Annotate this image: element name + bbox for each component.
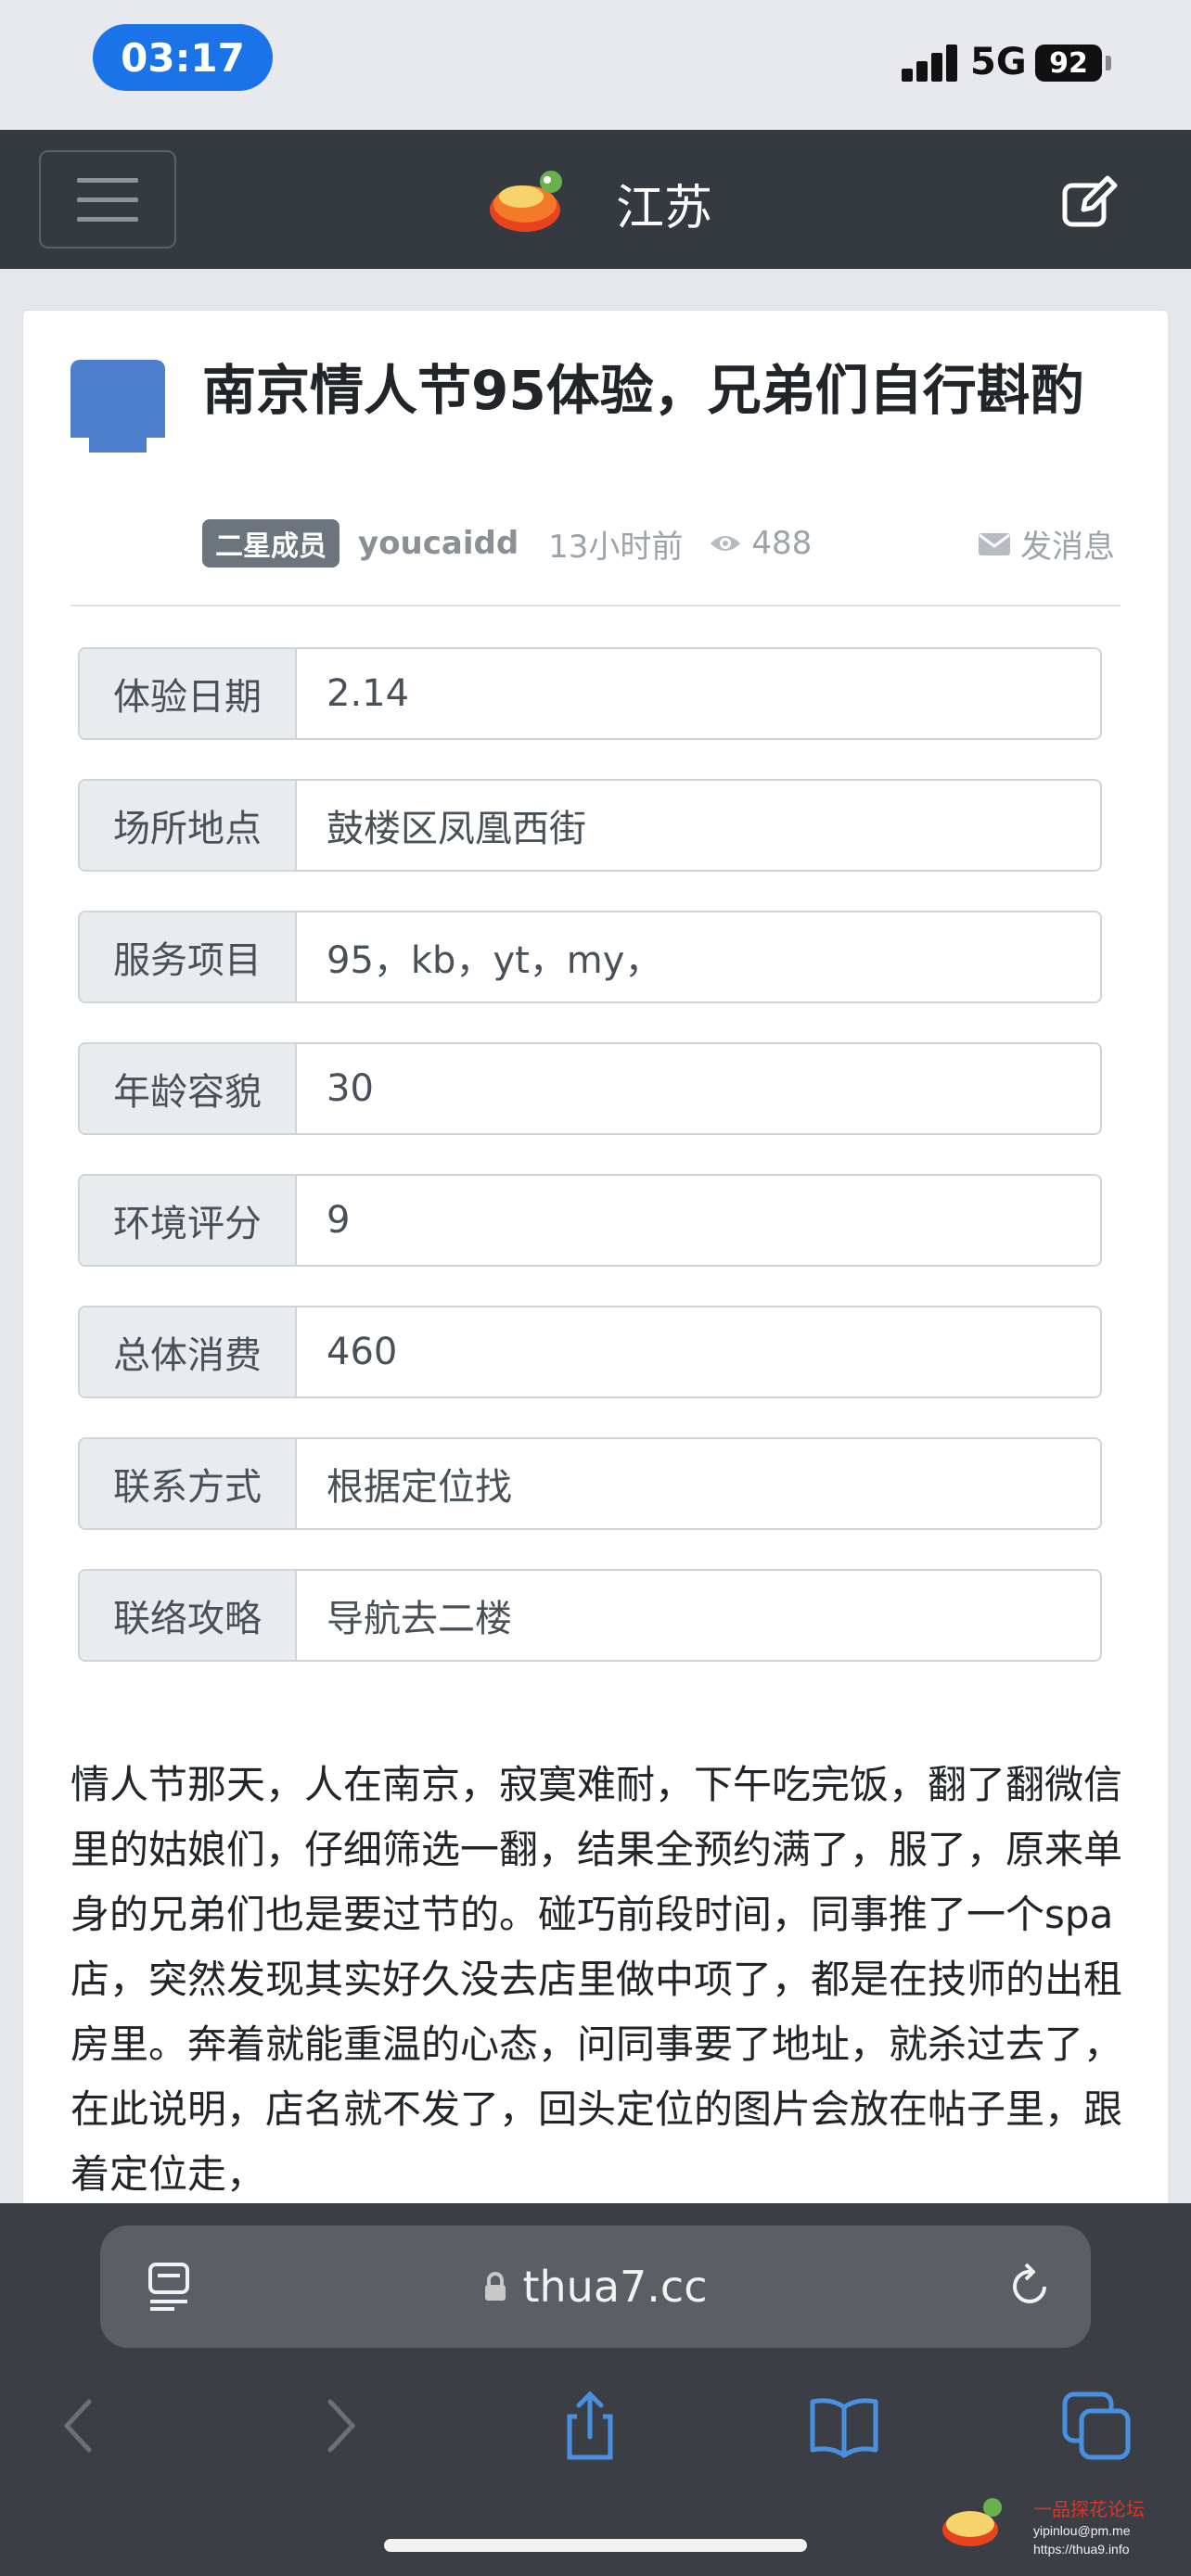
watermark: 一品探花论坛 yipinlou@pm.me https://thua9.info: [1033, 2494, 1191, 2558]
field-label: 联络攻略: [80, 1571, 297, 1660]
avatar[interactable]: [70, 360, 165, 438]
author-link[interactable]: youcaidd: [358, 525, 519, 562]
field-label: 年龄容貌: [80, 1044, 297, 1133]
status-time: 03:17: [93, 24, 273, 91]
field-value: 2.14: [297, 649, 1100, 738]
avatar-base: [89, 438, 147, 453]
field-environment: 环境评分 9: [78, 1174, 1102, 1267]
browser-toolbar: thua7.cc: [0, 2203, 1191, 2576]
edit-icon[interactable]: [1057, 169, 1122, 234]
view-count-value: 488: [751, 525, 813, 562]
home-indicator[interactable]: [384, 2539, 807, 2552]
field-value: 460: [297, 1307, 1100, 1396]
bookmarks-icon[interactable]: [807, 2389, 881, 2463]
field-label: 体验日期: [80, 649, 297, 738]
signal-icon: [902, 43, 959, 82]
field-label: 总体消费: [80, 1307, 297, 1396]
share-icon[interactable]: [553, 2389, 627, 2463]
watermark-site: https://thua9.info: [1033, 2542, 1130, 2557]
menu-toggle-button[interactable]: [39, 150, 176, 249]
field-label: 联系方式: [80, 1439, 297, 1528]
back-icon[interactable]: [43, 2389, 117, 2463]
navbar: 江苏: [0, 130, 1191, 269]
watermark-email: yipinlou@pm.me: [1033, 2523, 1131, 2538]
forward-icon[interactable]: [302, 2389, 377, 2463]
field-value: 导航去二楼: [297, 1571, 1100, 1660]
send-message-button[interactable]: 发消息: [978, 521, 1115, 566]
envelope-icon: [979, 533, 1010, 555]
view-count: 488: [709, 525, 812, 562]
lock-icon: [485, 2272, 506, 2301]
field-label: 环境评分: [80, 1176, 297, 1265]
field-cost: 总体消费 460: [78, 1306, 1102, 1398]
watermark-title: 一品探花论坛: [1033, 2500, 1145, 2520]
status-bar: 03:17 5G 92: [0, 0, 1191, 130]
post-body: 情人节那天，人在南京，寂寞难耐，下午吃完饭，翻了翻微信里的姑娘们，仔细筛选一翻，…: [70, 1762, 1123, 2197]
field-guide: 联络攻略 导航去二楼: [78, 1569, 1102, 1662]
field-contact: 联系方式 根据定位找: [78, 1437, 1102, 1530]
post-time: 13小时前: [548, 528, 684, 566]
tabs-icon[interactable]: [1059, 2389, 1133, 2463]
divider: [70, 605, 1121, 606]
reload-icon[interactable]: [1004, 2261, 1056, 2313]
field-location: 场所地点 鼓楼区凤凰西街: [78, 779, 1102, 872]
battery-icon: 92: [1035, 45, 1102, 82]
site-logo-icon[interactable]: [488, 167, 566, 234]
url-display[interactable]: thua7.cc: [100, 2225, 1091, 2348]
field-value: 30: [297, 1044, 1100, 1133]
url-text: thua7.cc: [522, 2262, 708, 2312]
post-title: 南京情人节95体验，兄弟们自行斟酌: [202, 359, 1084, 422]
battery-tip: [1106, 56, 1111, 70]
field-value: 鼓楼区凤凰西街: [297, 781, 1100, 870]
field-age: 年龄容貌 30: [78, 1042, 1102, 1135]
eye-icon: [711, 536, 741, 551]
network-type: 5G: [970, 41, 1027, 83]
field-label: 服务项目: [80, 912, 297, 1001]
field-value: 根据定位找: [297, 1439, 1100, 1528]
nav-title: 江苏: [616, 181, 713, 236]
field-service: 服务项目 95，kb，yt，my，: [78, 911, 1102, 1003]
send-message-label: 发消息: [1020, 528, 1115, 566]
field-label: 场所地点: [80, 781, 297, 870]
watermark-logo-icon: [942, 2498, 1002, 2546]
field-value: 95，kb，yt，my，: [297, 912, 1100, 1001]
post-meta: 二星成员 youcaidd 13小时前 488: [202, 519, 812, 567]
address-bar[interactable]: thua7.cc: [100, 2225, 1091, 2348]
field-value: 9: [297, 1176, 1100, 1265]
member-badge: 二星成员: [202, 519, 339, 567]
field-date: 体验日期 2.14: [78, 647, 1102, 740]
